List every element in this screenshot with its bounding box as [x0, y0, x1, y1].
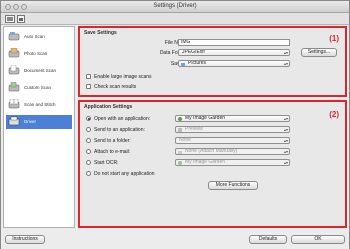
enable-large-image-scans-label: Enable large image scans: [94, 74, 152, 80]
data-format-value: JPEG/Exif: [182, 49, 205, 55]
sidebar-item-auto-scan[interactable]: Auto Scan: [6, 30, 72, 44]
general-settings-tab-icon[interactable]: [17, 15, 25, 23]
application-settings-badge: (2): [329, 110, 339, 119]
check-scan-results-label: Check scan results: [94, 84, 137, 90]
check-scan-results-checkbox[interactable]: [86, 84, 91, 89]
open-with-application-label: Open with an application:: [94, 116, 151, 122]
more-functions-button[interactable]: More Functions: [208, 181, 258, 190]
scan-from-computer-tab-icon[interactable]: [5, 15, 15, 23]
send-to-folder-value: None: [179, 137, 191, 143]
start-ocr-label: Start OCR:: [94, 160, 119, 166]
application-settings-section: Application Settings (2) Open with an ap…: [78, 100, 347, 228]
attach-to-email-label: Attach to e-mail:: [94, 149, 131, 155]
mail-icon: [178, 151, 182, 154]
open-with-application-value: My Image Garden: [185, 115, 226, 121]
attach-to-email-radio[interactable]: [86, 149, 91, 154]
sidebar-item-photo-scan[interactable]: Photo Scan: [6, 47, 72, 61]
defaults-button[interactable]: Defaults: [249, 235, 287, 244]
start-ocr-value: My Image Garden: [185, 159, 226, 165]
title-bar: Settings (Driver): [1, 1, 349, 13]
data-format-settings-button[interactable]: Settings...: [301, 48, 337, 57]
do-not-start-application-label: Do not start any application: [94, 171, 155, 177]
sidebar-item-label: Photo Scan: [24, 51, 48, 56]
scan-and-stitch-icon: [8, 99, 20, 109]
sidebar-item-driver[interactable]: Driver: [6, 115, 72, 129]
instructions-button[interactable]: Instructions: [5, 235, 45, 244]
do-not-start-application-radio[interactable]: [86, 171, 91, 176]
chevron-updown-icon: ▴▾: [283, 50, 288, 55]
custom-scan-icon: [8, 82, 20, 92]
attach-to-email-select[interactable]: None (Attach Manually) ▴▾: [175, 148, 290, 155]
driver-icon: [8, 116, 20, 126]
send-to-folder-select[interactable]: None ▴▾: [175, 137, 290, 144]
save-settings-title: Save Settings: [84, 30, 117, 36]
sidebar-item-label: Custom Scan: [24, 85, 52, 90]
my-image-garden-icon: [178, 161, 182, 165]
window-title: Settings (Driver): [153, 3, 197, 9]
open-with-application-select[interactable]: My Image Garden ▴▾: [175, 115, 290, 122]
sidebar-item-label: Scan and Stitch: [24, 102, 56, 107]
send-to-application-radio[interactable]: [86, 127, 91, 132]
my-image-garden-icon: [178, 117, 182, 121]
sidebar-item-custom-scan[interactable]: Custom Scan: [6, 81, 72, 95]
settings-window: Settings (Driver) Auto Scan Photo Scan D…: [0, 0, 350, 249]
start-ocr-select[interactable]: My Image Garden ▴▾: [175, 159, 290, 166]
application-settings-title: Application Settings: [84, 104, 133, 110]
sidebar-item-label: Auto Scan: [24, 34, 45, 39]
sidebar-item-label: Document Scan: [24, 68, 57, 73]
sidebar-item-document-scan[interactable]: Document Scan: [6, 64, 72, 78]
send-to-application-label: Send to an application:: [94, 127, 145, 133]
folder-icon: [181, 63, 185, 66]
send-to-application-select[interactable]: Preview ▴▾: [175, 126, 290, 133]
chevron-updown-icon: ▴▾: [283, 116, 288, 121]
save-settings-section: Save Settings (1) File Name: IMG Data Fo…: [78, 26, 347, 97]
save-in-select[interactable]: Pictures ▴▾: [178, 60, 290, 67]
ok-button[interactable]: OK: [291, 235, 345, 244]
chevron-updown-icon: ▴▾: [283, 149, 288, 154]
photo-scan-icon: [8, 48, 20, 58]
auto-scan-icon: [8, 32, 20, 41]
send-to-folder-radio[interactable]: [86, 138, 91, 143]
preview-icon: [178, 128, 182, 132]
save-in-value: Pictures: [188, 60, 207, 66]
send-to-application-value: Preview: [185, 126, 203, 132]
sidebar-item-label: Driver: [24, 119, 36, 124]
chevron-updown-icon: ▴▾: [283, 127, 288, 132]
send-to-folder-label: Send to a folder:: [94, 138, 131, 144]
toolbar: [1, 13, 349, 25]
attach-to-email-value: None (Attach Manually): [185, 148, 238, 154]
start-ocr-radio[interactable]: [86, 160, 91, 165]
open-with-application-radio[interactable]: [86, 116, 91, 121]
data-format-select[interactable]: JPEG/Exif ▴▾: [178, 49, 290, 56]
chevron-updown-icon: ▴▾: [283, 61, 288, 66]
enable-large-image-scans-checkbox[interactable]: [86, 74, 91, 79]
file-name-input[interactable]: IMG: [178, 39, 290, 46]
bottom-button-bar: Instructions Defaults OK: [1, 230, 349, 249]
chevron-updown-icon: ▴▾: [283, 160, 288, 165]
chevron-updown-icon: ▴▾: [283, 138, 288, 143]
save-settings-badge: (1): [329, 34, 339, 43]
scan-type-sidebar: Auto Scan Photo Scan Document Scan Custo…: [3, 26, 75, 228]
sidebar-item-scan-and-stitch[interactable]: Scan and Stitch: [6, 98, 72, 112]
document-scan-icon: [8, 65, 20, 75]
